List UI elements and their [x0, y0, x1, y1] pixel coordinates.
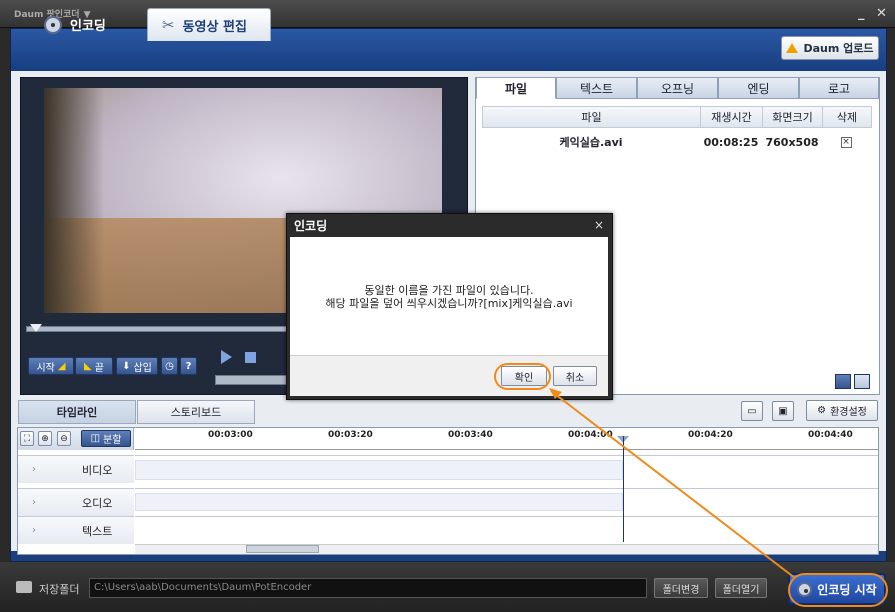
track-audio[interactable]: › 오디오 [18, 488, 134, 516]
chevron-right-icon[interactable]: › [32, 497, 82, 508]
chevron-right-icon[interactable]: › [32, 525, 82, 536]
volume-slider[interactable] [215, 375, 287, 385]
close-icon[interactable]: ✕ [876, 6, 887, 21]
help-button[interactable]: ? [180, 357, 197, 375]
highlight-ring [494, 363, 551, 390]
track-label: 오디오 [82, 496, 113, 510]
tab-logo[interactable]: 로고 [799, 77, 879, 99]
table-row[interactable]: 케익실습.avi 00:08:25 760x508 × [482, 132, 872, 152]
tick-label: 00:03:20 [328, 430, 373, 440]
film-reel-icon [44, 15, 62, 34]
start-mark-button[interactable]: 시작 ◢ [28, 357, 74, 375]
insert-button[interactable]: ⬇ 삽입 [116, 357, 158, 375]
scissors-icon: ✂ [162, 16, 175, 34]
col-size[interactable]: 화면크기 [763, 107, 823, 127]
tab-video-edit[interactable]: ✂ 동영상 편집 [147, 8, 271, 41]
tab-ending[interactable]: 엔딩 [718, 77, 799, 99]
tick-label: 00:04:20 [688, 430, 733, 440]
close-icon[interactable]: × [594, 218, 604, 232]
tab-video-edit-label: 동영상 편집 [182, 19, 247, 35]
split-icon: ◫ [90, 433, 101, 444]
video-clip[interactable] [135, 460, 623, 480]
nav-bar [11, 29, 886, 71]
track-label: 비디오 [82, 463, 113, 477]
chevron-right-icon[interactable]: › [32, 464, 82, 475]
list-view-icon[interactable] [854, 374, 870, 389]
settings-button[interactable]: ⚙ 환경설정 [806, 400, 878, 421]
dialog-message-line1: 동일한 이름을 가진 파일이 있습니다. [364, 284, 534, 297]
triangle-icon: ◣ [84, 360, 92, 372]
cancel-button[interactable]: 취소 [553, 366, 597, 386]
save-path-field[interactable]: C:\Users\aab\Documents\Daum\PotEncoder [89, 578, 647, 598]
triangle-icon: ◢ [57, 360, 66, 372]
folder-icon [16, 581, 32, 593]
delete-icon[interactable]: × [840, 136, 852, 148]
daum-upload-button[interactable]: Daum 업로드 [781, 36, 879, 60]
file-duration: 00:08:25 [703, 135, 759, 149]
minimize-button[interactable]: _ [858, 6, 865, 21]
fit-icon[interactable]: ⛶ [20, 431, 34, 446]
end-mark-button[interactable]: ◣ 끝 [75, 357, 113, 375]
upload-arrow-icon [786, 43, 799, 53]
save-folder-label: 저장폴더 [39, 583, 80, 596]
grid-view-icon[interactable] [835, 374, 851, 389]
zoom-out-icon[interactable]: ⊖ [57, 431, 71, 446]
dialog-title: 인코딩 [294, 219, 328, 233]
tab-file[interactable]: 파일 [476, 77, 556, 99]
track-video[interactable]: › 비디오 [18, 455, 134, 483]
start-label: 시작 [36, 362, 55, 374]
clock-button[interactable]: ◷ [161, 357, 178, 375]
play-icon[interactable] [221, 350, 232, 364]
audio-clip[interactable] [135, 493, 623, 511]
tab-encoding[interactable]: 인코딩 [30, 8, 120, 41]
end-label: 끝 [94, 362, 104, 374]
tick-label: 00:04:00 [568, 430, 613, 440]
split-button[interactable]: ◫ 분할 [81, 430, 131, 447]
col-delete[interactable]: 삭제 [823, 107, 871, 127]
insert-label: 삽입 [133, 362, 152, 374]
file-table-header: 파일 재생시간 화면크기 삭제 [482, 106, 872, 128]
col-file[interactable]: 파일 [483, 107, 701, 127]
track-video-body[interactable] [135, 455, 878, 483]
dialog-message-line2: 해당 파일을 덮어 씌우시겠습니까?[mix]케익실습.avi [325, 297, 573, 310]
file-name: 케익실습.avi [559, 136, 623, 149]
change-folder-button[interactable]: 폴더변경 [654, 578, 708, 598]
stop-icon[interactable] [245, 352, 256, 363]
clock-icon: ◷ [165, 360, 174, 372]
tab-storyboard[interactable]: 스토리보드 [137, 400, 255, 424]
save-icon[interactable]: ▣ [772, 401, 794, 421]
open-folder-button[interactable]: 폴더열기 [715, 578, 767, 598]
scrollbar-thumb[interactable] [246, 545, 319, 553]
seek-thumb[interactable] [30, 324, 42, 332]
tab-timeline[interactable]: 타임라인 [18, 400, 136, 424]
tab-text[interactable]: 텍스트 [556, 77, 637, 99]
track-audio-body[interactable] [135, 488, 878, 516]
tick-label: 00:04:40 [808, 430, 853, 440]
video-frame-shadow [44, 88, 104, 313]
split-label: 분할 [103, 435, 122, 446]
gear-icon: ⚙ [817, 405, 827, 416]
insert-arrow-icon: ⬇ [122, 360, 131, 372]
tab-encoding-label: 인코딩 [70, 19, 106, 34]
folder-icon[interactable]: ▭ [741, 401, 763, 421]
track-text[interactable]: › 텍스트 [18, 516, 134, 544]
highlight-ring [788, 573, 888, 607]
title-bar: Daum 팟인코더 ▼ _ ✕ [0, 0, 895, 28]
file-size: 760x508 [765, 135, 819, 149]
tick-label: 00:03:40 [448, 430, 493, 440]
tab-opening[interactable]: 오프닝 [637, 77, 718, 99]
playhead-line[interactable] [623, 436, 624, 542]
upload-label: Daum 업로드 [803, 42, 874, 55]
dialog-body: 동일한 이름을 가진 파일이 있습니다. 해당 파일을 덮어 씌우시겠습니까?[… [290, 237, 608, 355]
track-text-body[interactable] [135, 516, 878, 544]
tick-label: 00:03:00 [208, 430, 253, 440]
zoom-in-icon[interactable]: ⊕ [38, 431, 52, 446]
settings-label: 환경설정 [830, 407, 867, 418]
col-duration[interactable]: 재생시간 [701, 107, 763, 127]
track-label: 텍스트 [82, 524, 113, 538]
